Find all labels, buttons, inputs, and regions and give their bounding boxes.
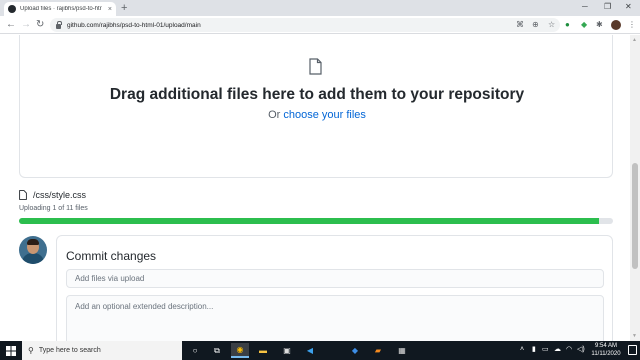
translate-icon[interactable]: ⌘ (516, 20, 524, 30)
uploading-file-name: /css/style.css (33, 190, 87, 200)
address-bar[interactable]: github.com/rajibhs/psd-to-html-01/upload… (50, 18, 560, 32)
extension-icon[interactable]: ◆ (581, 20, 587, 30)
back-button[interactable]: ← (6, 19, 16, 31)
url-text: github.com/rajibhs/psd-to-html-01/upload… (67, 21, 201, 29)
tab-close-icon[interactable]: × (108, 6, 112, 13)
search-icon: ⚲ (28, 346, 34, 355)
commit-summary-input[interactable] (66, 269, 604, 288)
upload-progress-fill (19, 218, 599, 224)
chrome-icon[interactable]: ◉ (231, 343, 249, 358)
network-icon[interactable]: ☁ (554, 345, 561, 355)
choose-files-link[interactable]: choose your files (283, 109, 366, 121)
file-icon (309, 58, 322, 75)
close-window-button[interactable]: ✕ (625, 2, 632, 12)
cortana-icon[interactable]: ○ (186, 343, 204, 358)
store-icon[interactable]: ▣ (278, 343, 296, 358)
file-explorer-icon[interactable]: ▬ (254, 343, 272, 358)
file-dropzone[interactable]: Drag additional files here to add them t… (19, 35, 613, 178)
scroll-down-icon[interactable]: ▼ (632, 333, 637, 339)
zoom-icon[interactable]: ⊕ (532, 20, 539, 30)
volume-icon[interactable]: ◁) (577, 345, 585, 355)
or-text: Or (268, 109, 284, 121)
upload-status-text: Uploading 1 of 11 files (19, 205, 88, 212)
notification-icon[interactable] (628, 345, 637, 355)
scroll-up-icon[interactable]: ▲ (632, 37, 637, 43)
user-avatar[interactable] (19, 236, 47, 264)
vscode-icon[interactable]: ◀ (301, 343, 319, 358)
puzzle-icon[interactable]: ✱ (596, 20, 603, 30)
page-content: Drag additional files here to add them t… (0, 35, 630, 341)
menu-icon[interactable]: ⋮ (628, 20, 636, 30)
scrollbar-thumb[interactable] (632, 163, 638, 269)
windows-start-icon[interactable] (6, 346, 16, 356)
browser-tab[interactable]: Upload files · rajibhs/psd-to-htr × (4, 2, 116, 16)
lock-icon (56, 20, 62, 29)
dropzone-title: Drag additional files here to add them t… (109, 86, 525, 103)
sublime-icon[interactable]: ▰ (369, 343, 387, 358)
taskbar-clock[interactable]: 9:54 AM 11/11/2020 (586, 342, 626, 358)
dropbox-icon[interactable]: ◆ (346, 343, 364, 358)
dropzone-subtitle: Or choose your files (20, 109, 614, 121)
bookmark-star-icon[interactable]: ☆ (548, 20, 555, 30)
file-icon (19, 190, 27, 200)
restore-button[interactable]: ❐ (604, 2, 611, 12)
commit-changes-box: Commit changes (56, 235, 613, 341)
new-tab-button[interactable]: + (121, 2, 127, 14)
uploading-file: /css/style.css (19, 188, 86, 202)
app-icon[interactable]: ▦ (393, 343, 411, 358)
tab-title: Upload files · rajibhs/psd-to-htr (20, 6, 102, 12)
taskbar-search-placeholder: Type here to search (38, 347, 101, 354)
clock-time: 9:54 AM (594, 343, 617, 349)
tray-usb-icon[interactable]: ▮ (532, 345, 536, 355)
battery-icon[interactable]: ▭ (542, 345, 549, 355)
browser-toolbar: ← → ↻ github.com/rajibhs/psd-to-html-01/… (0, 16, 640, 34)
commit-title: Commit changes (66, 249, 157, 263)
task-view-icon[interactable]: ⧉ (208, 343, 226, 358)
forward-button[interactable]: → (21, 19, 31, 31)
github-favicon-icon (8, 5, 16, 13)
tray-chevron-icon[interactable]: ˄ (520, 345, 524, 355)
extension-icon[interactable]: ● (565, 20, 570, 30)
clock-date: 11/11/2020 (591, 351, 621, 357)
profile-avatar[interactable] (611, 20, 621, 30)
wifi-icon[interactable]: ◠ (566, 345, 572, 355)
windows-taskbar: ⚲ Type here to search ○ ⧉ ◉ ▬ ▣ ◀ ◆ ▰ ▦ … (0, 341, 640, 360)
page-scrollbar[interactable]: ▲ ▼ (630, 35, 640, 341)
minimize-button[interactable]: ─ (582, 2, 588, 12)
commit-description-input[interactable] (66, 295, 604, 341)
reload-button[interactable]: ↻ (36, 19, 44, 31)
taskbar-search[interactable]: ⚲ Type here to search (22, 341, 182, 360)
upload-progress-bar (19, 218, 613, 224)
browser-tab-bar: Upload files · rajibhs/psd-to-htr × + ─ … (0, 0, 640, 16)
